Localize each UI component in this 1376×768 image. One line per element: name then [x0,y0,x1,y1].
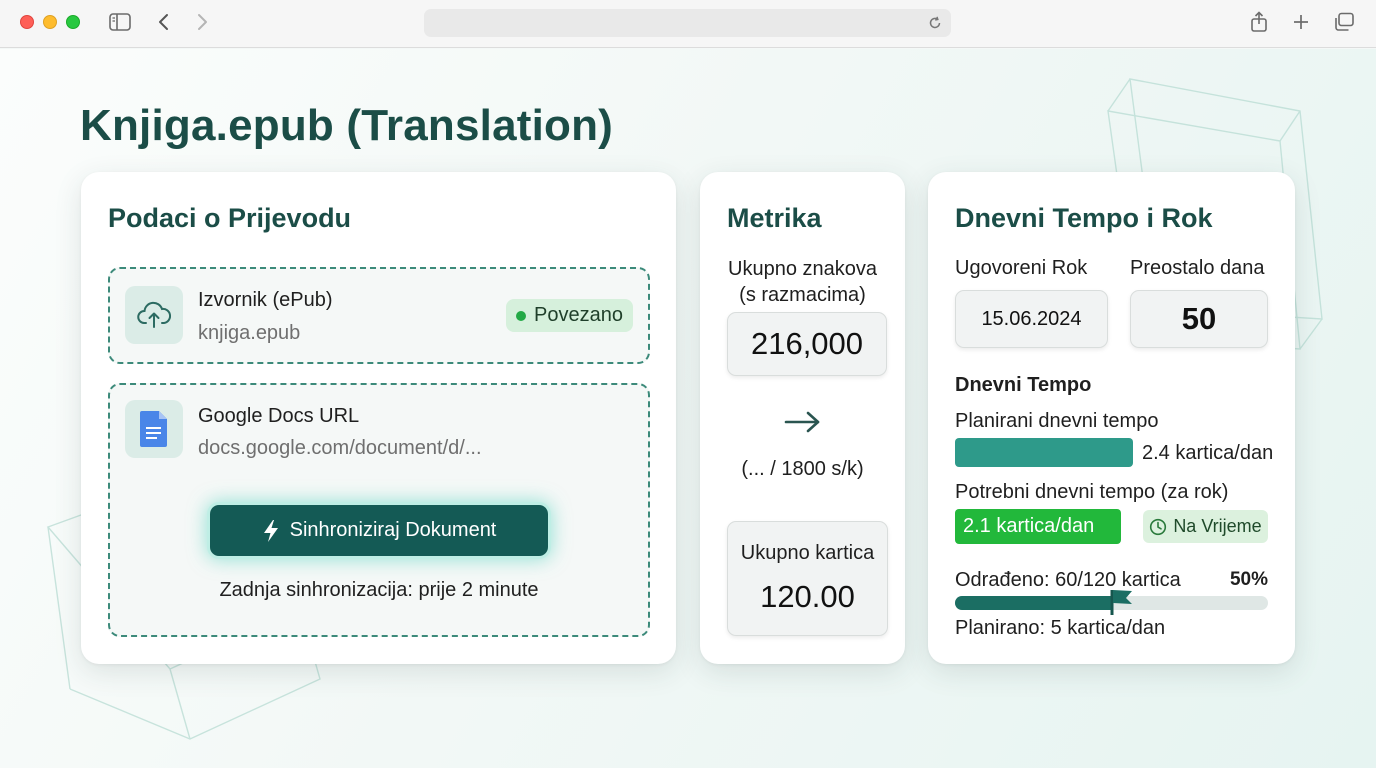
source-file-name: knjiga.epub [198,322,301,344]
new-tab-icon[interactable] [1289,10,1313,34]
planned-total-label: Planirano: 5 kartica/dan [955,617,1166,639]
address-bar[interactable] [424,9,951,37]
google-docs-panel: Google Docs URL docs.google.com/document… [108,383,650,637]
days-left-value: 50 [1130,290,1268,348]
clock-icon [1150,518,1167,535]
chars-sublabel: (s razmacima) [739,284,866,306]
progress-track [955,590,1268,615]
google-docs-icon [125,400,183,458]
metrics-card-title: Metrika [727,203,822,233]
done-percent: 50% [1229,569,1268,590]
translation-card-title: Podaci o Prijevodu [108,203,352,233]
pace-card-title: Dnevni Tempo i Rok [955,203,1213,233]
total-cards-box: Ukupno kartica 120.00 [727,521,888,636]
planned-pace-value: 2.4 kartica/dan [1142,442,1274,464]
sync-button-label: Sinhroniziraj Dokument [289,519,497,541]
gdocs-url[interactable]: docs.google.com/document/d/... [198,437,482,460]
reload-icon[interactable] [925,13,945,33]
last-sync-text: Zadnja sinhronizacija: prije 2 minute [219,579,539,601]
sync-document-button[interactable]: Sinhroniziraj Dokument [210,505,548,556]
gdocs-title: Google Docs URL [198,405,360,427]
total-cards-label: Ukupno kartica [740,542,875,564]
deadline-date-field[interactable]: 15.06.2024 [955,290,1108,348]
source-title: Izvornik (ePub) [198,289,333,311]
total-cards-value: 120.00 [760,579,855,614]
close-window-button[interactable] [20,15,34,29]
chars-per-card-ratio: (... / 1800 s/k) [741,458,864,480]
back-icon[interactable] [152,10,176,34]
connection-status-label: Povezano [534,304,623,326]
on-time-status-label: Na Vrijeme [1173,516,1262,536]
forward-icon[interactable] [190,10,214,34]
done-label: Odrađeno: 60/120 kartica [955,569,1181,591]
sidebar-toggle-icon[interactable] [108,10,132,34]
connection-status-badge: Povezano [506,299,633,332]
days-left-label: Preostalo dana [1130,257,1265,279]
daily-pace-section-label: Dnevni Tempo [955,374,1092,396]
lightning-icon [263,519,278,542]
browser-toolbar [0,0,1376,48]
metrics-card: Metrika Ukupno znakova (s razmacima) 216… [700,172,905,664]
page-content: Knjiga.epub (Translation) Podaci o Prije… [0,49,1376,768]
deadline-label: Ugovoreni Rok [955,257,1088,279]
cloud-upload-icon [125,286,183,344]
page-title: Knjiga.epub (Translation) [80,101,614,150]
needed-pace-label: Potrebni dnevni tempo (za rok) [955,481,1229,503]
milestone-flag-icon [1110,590,1132,615]
source-file-dropzone[interactable]: Izvornik (ePub) knjiga.epub Povezano [108,267,650,364]
on-time-status-badge: Na Vrijeme [1143,510,1268,543]
pace-deadline-card: Dnevni Tempo i Rok Ugovoreni Rok Preosta… [928,172,1295,664]
status-dot-icon [516,310,527,321]
chars-label: Ukupno znakova [728,258,877,280]
planned-pace-bar [955,438,1133,467]
chars-total-value: 216,000 [727,312,887,376]
translation-data-card: Podaci o Prijevodu Izvornik (ePub) knjig… [81,172,676,664]
progress-fill [955,596,1112,610]
planned-pace-label: Planirani dnevni tempo [955,410,1159,432]
minimize-window-button[interactable] [43,15,57,29]
maximize-window-button[interactable] [66,15,80,29]
share-icon[interactable] [1247,10,1271,34]
arrow-right-icon [700,410,905,434]
needed-pace-value: 2.1 kartica/dan [963,515,1095,537]
tab-overview-icon[interactable] [1332,10,1356,34]
needed-pace-bar: 2.1 kartica/dan [955,509,1121,544]
